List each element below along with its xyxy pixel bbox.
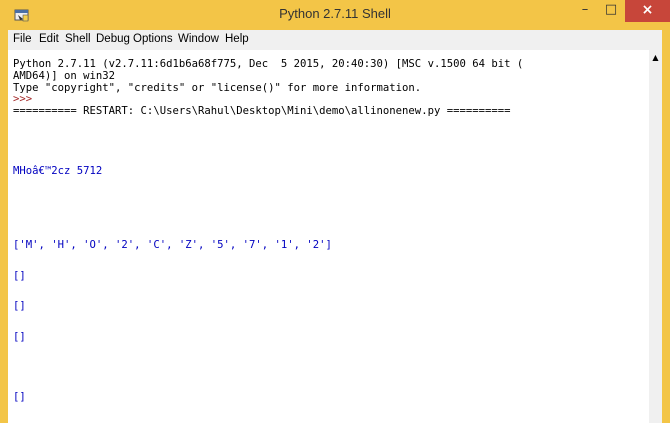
- output-line: []: [13, 391, 26, 403]
- window-title: Python 2.7.11 Shell: [279, 6, 391, 21]
- scroll-up-arrow-icon[interactable]: ▲: [649, 52, 662, 64]
- output-line: MHoâ€™2cz 5712: [13, 165, 103, 177]
- output-line: []: [13, 300, 26, 312]
- output-line: []: [13, 270, 26, 282]
- menu-shell[interactable]: Shell: [65, 33, 91, 45]
- maximize-button[interactable]: □: [598, 0, 624, 22]
- menu-bar: File Edit Shell Debug Options Window Hel…: [8, 30, 662, 50]
- restart-line: ========== RESTART: C:\Users\Rahul\Deskt…: [13, 105, 511, 117]
- menu-options[interactable]: Options: [133, 33, 173, 45]
- shell-text-area[interactable]: Python 2.7.11 (v2.7.11:6d1b6a68f775, Dec…: [8, 50, 649, 423]
- menu-window[interactable]: Window: [178, 33, 219, 45]
- banner-line: AMD64)] on win32: [13, 70, 116, 82]
- output-line: []: [13, 331, 26, 343]
- menu-help[interactable]: Help: [225, 33, 249, 45]
- minimize-button[interactable]: –: [572, 0, 598, 22]
- banner-line: Type "copyright", "credits" or "license(…: [13, 82, 422, 94]
- menu-debug[interactable]: Debug: [96, 33, 130, 45]
- menu-edit[interactable]: Edit: [39, 33, 59, 45]
- output-line: ['M', 'H', 'O', '2', 'C', 'Z', '5', '7',…: [13, 239, 332, 251]
- vertical-scrollbar[interactable]: [649, 50, 662, 423]
- shell-window: Python 2.7.11 Shell – □ × File Edit Shel…: [0, 0, 670, 423]
- close-button[interactable]: ×: [625, 0, 670, 22]
- shell-prompt: >>>: [13, 93, 39, 105]
- title-bar[interactable]: Python 2.7.11 Shell – □ ×: [0, 0, 670, 30]
- menu-file[interactable]: File: [13, 33, 32, 45]
- banner-line: Python 2.7.11 (v2.7.11:6d1b6a68f775, Dec…: [13, 58, 524, 70]
